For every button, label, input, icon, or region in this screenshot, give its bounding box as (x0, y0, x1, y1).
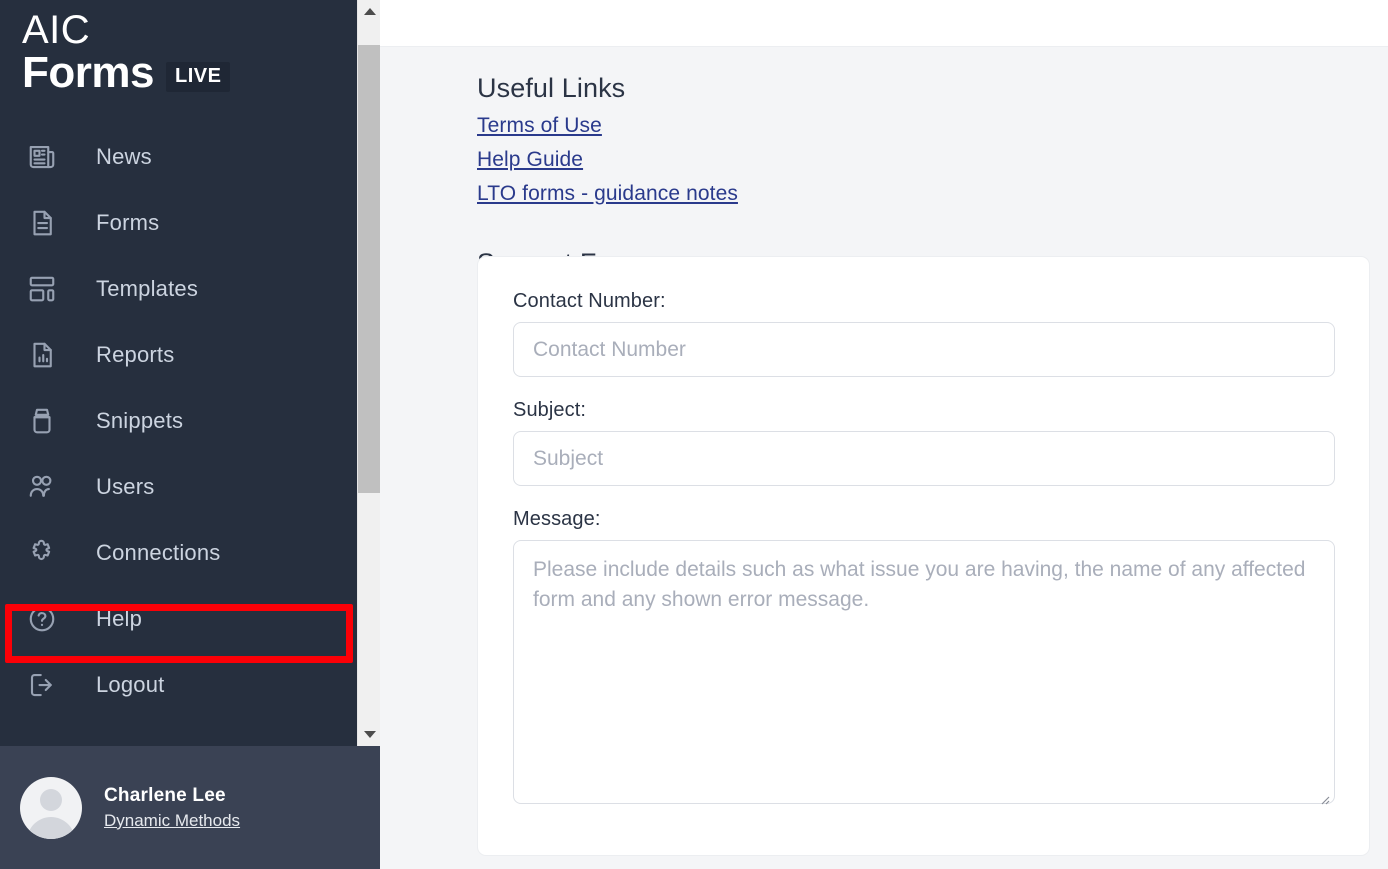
scroll-up-arrow-icon[interactable] (358, 0, 381, 23)
live-badge: LIVE (165, 62, 231, 92)
sidebar-item-label: Logout (96, 672, 165, 697)
sidebar-item-connections[interactable]: Connections (0, 520, 357, 586)
layout-icon (22, 269, 62, 309)
contact-number-label: Contact Number: (513, 290, 666, 312)
sidebar-item-label: Reports (96, 342, 175, 367)
message-textarea[interactable] (513, 540, 1335, 804)
sidebar-item-snippets[interactable]: Snippets (0, 388, 357, 454)
sidebar-item-templates[interactable]: Templates (0, 256, 357, 322)
top-bar (380, 0, 1388, 47)
subject-input[interactable] (513, 431, 1335, 486)
scrollbar-thumb[interactable] (358, 45, 381, 493)
sidebar-item-help[interactable]: Help (0, 586, 357, 652)
useful-links-title: Useful Links (477, 73, 626, 103)
sidebar-item-label: Snippets (96, 408, 184, 433)
sidebar-item-label: News (96, 144, 152, 169)
profile-organisation-link[interactable]: Dynamic Methods (104, 811, 240, 831)
sidebar-nav-list: News Forms Templates Reports Snippets Us… (0, 124, 357, 718)
avatar (20, 776, 82, 839)
sidebar-scrollbar[interactable] (357, 0, 381, 746)
message-textarea-wrap (513, 540, 1335, 809)
question-circle-icon (22, 599, 62, 639)
sidebar-item-reports[interactable]: Reports (0, 322, 357, 388)
message-label: Message: (513, 508, 601, 530)
brand-logo[interactable]: AIC Forms LIVE (0, 0, 357, 98)
sidebar-item-label: Connections (96, 540, 221, 565)
newspaper-icon (22, 137, 62, 177)
box-icon (22, 401, 62, 441)
main-content: Useful Links Terms of Use Help Guide LTO… (380, 0, 1388, 869)
useful-links-section: Useful Links Terms of Use Help Guide LTO… (380, 47, 1388, 206)
sidebar-item-label: Templates (96, 276, 199, 301)
subject-label: Subject: (513, 399, 587, 421)
sidebar-item-users[interactable]: Users (0, 454, 357, 520)
profile-name: Charlene Lee (104, 784, 226, 806)
sidebar-item-logout[interactable]: Logout (0, 652, 357, 718)
contact-number-input[interactable] (513, 322, 1335, 377)
logout-icon (22, 665, 62, 705)
document-icon (22, 203, 62, 243)
support-form-fields: Contact Number: Subject: Message: (478, 257, 1369, 809)
profile-text: Charlene Lee Dynamic Methods (104, 785, 240, 831)
user-profile[interactable]: Charlene Lee Dynamic Methods (0, 746, 380, 869)
sidebar-nav-panel: AIC Forms LIVE News Forms Templates Repo… (0, 0, 357, 746)
support-form-card: Contact Number: Subject: Message: (477, 256, 1370, 856)
link-row: LTO forms - guidance notes (477, 182, 1388, 206)
avatar-body (27, 816, 75, 839)
avatar-head (40, 788, 62, 811)
link-row: Terms of Use (477, 114, 1388, 138)
content-area: Useful Links Terms of Use Help Guide LTO… (380, 47, 1388, 279)
link-row: Help Guide (477, 148, 1388, 172)
chart-document-icon (22, 335, 62, 375)
link-terms-of-use[interactable]: Terms of Use (477, 114, 602, 137)
sidebar-item-label: Forms (96, 210, 160, 235)
scroll-down-arrow-icon[interactable] (358, 723, 381, 746)
brand-line-aic: AIC (22, 8, 91, 52)
link-help-guide[interactable]: Help Guide (477, 148, 583, 171)
sidebar-item-forms[interactable]: Forms (0, 190, 357, 256)
sidebar: AIC Forms LIVE News Forms Templates Repo… (0, 0, 381, 869)
sidebar-item-label: Help (96, 606, 143, 631)
link-lto-guidance-notes[interactable]: LTO forms - guidance notes (477, 182, 738, 205)
app-root: AIC Forms LIVE News Forms Templates Repo… (0, 0, 1388, 869)
puzzle-icon (22, 533, 62, 573)
users-icon (22, 467, 62, 507)
brand-line-forms: Forms (22, 48, 154, 97)
sidebar-item-news[interactable]: News (0, 124, 357, 190)
sidebar-item-label: Users (96, 474, 155, 499)
